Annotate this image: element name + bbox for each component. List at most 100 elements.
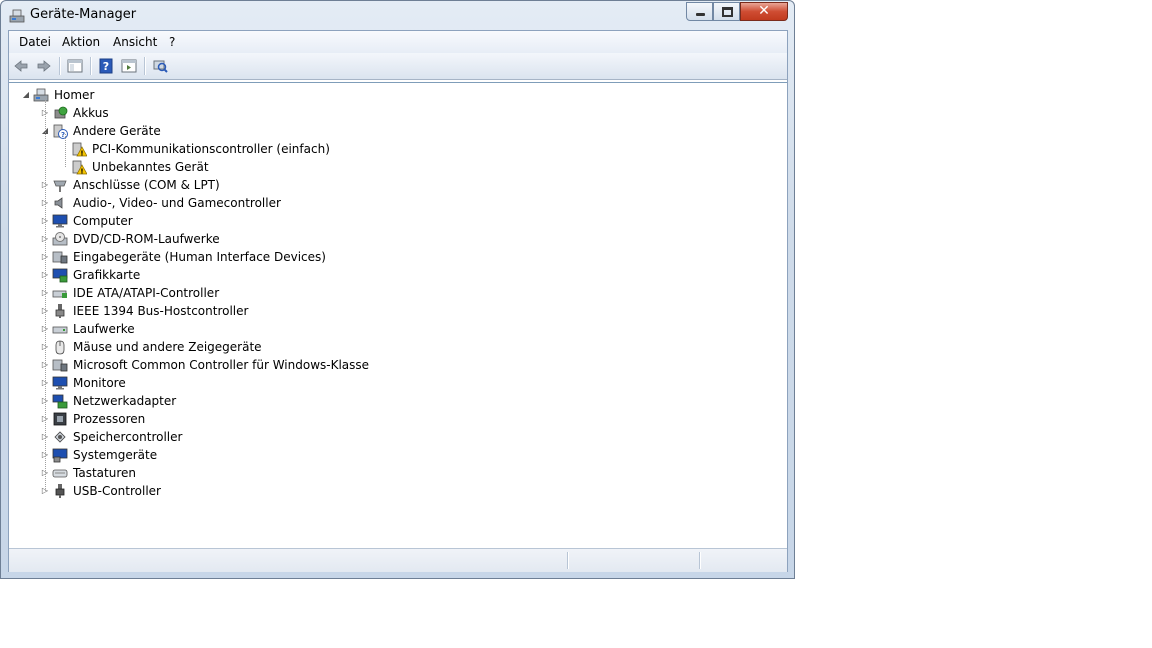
svg-text:!: ! [80, 150, 83, 158]
tree-item-label: Microsoft Common Controller für Windows-… [73, 358, 370, 372]
status-separator [699, 552, 701, 569]
tree-category[interactable]: ▷ USB-Controller [9, 482, 787, 500]
device-tree[interactable]: ◢ Homer ▷ Akkus ◢? Andere Geräte! PCI-Kommunik… [9, 82, 787, 548]
tree-item-label: IDE ATA/ATAPI-Controller [73, 286, 220, 300]
warning-device-icon: ! [72, 142, 87, 158]
tree-item-label: Akkus [73, 106, 109, 120]
storage-controller-icon [54, 431, 66, 443]
computer-icon [33, 88, 49, 102]
tree-category[interactable]: ▷ Audio-, Video- und Gamecontroller [9, 194, 787, 212]
show-hide-console-tree-icon[interactable] [67, 58, 83, 74]
close-icon: ✕ [758, 3, 770, 19]
tree-category[interactable]: ▷ Netzwerkadapter [9, 392, 787, 410]
tree-category[interactable]: ▷ Eingabegeräte (Human Interface Devices) [9, 248, 787, 266]
tree-category[interactable]: ▷ Prozessoren [9, 410, 787, 428]
menu-datei[interactable]: Datei [19, 35, 51, 49]
client-area: Datei Aktion Ansicht ? ? ◢ Homer ▷ Akkus… [8, 30, 788, 572]
tree-category[interactable]: ▷ Systemgeräte [9, 446, 787, 464]
svg-text:?: ? [103, 60, 109, 73]
tree-category[interactable]: ▷ Speichercontroller [9, 428, 787, 446]
tree-category[interactable]: ▷ Akkus [9, 104, 787, 122]
forward-arrow-icon[interactable] [36, 58, 52, 74]
network-adapter-icon [52, 394, 68, 409]
menu-aktion[interactable]: Aktion [62, 35, 100, 49]
warning-device-icon: ! [72, 160, 87, 176]
tree-root-homer[interactable]: ◢ Homer [9, 86, 787, 104]
toolbar-separator [144, 57, 146, 75]
svg-text:!: ! [80, 168, 83, 176]
tree-item-label: Computer [73, 214, 133, 228]
help-icon[interactable]: ? [98, 58, 114, 74]
toolbar-separator [90, 57, 92, 75]
monitor-icon [52, 214, 68, 228]
keyboard-icon [52, 469, 68, 478]
dvd-drive-icon [52, 232, 68, 246]
firewire-icon [55, 304, 65, 318]
disk-drive-icon [52, 326, 68, 334]
tree-category[interactable]: ▷ Microsoft Common Controller für Windows… [9, 356, 787, 374]
tree-category[interactable]: ▷ Monitore [9, 374, 787, 392]
tree-item-label: Netzwerkadapter [73, 394, 177, 408]
toolbar: ? [9, 53, 787, 80]
system-devices-icon [52, 448, 68, 463]
properties-icon[interactable] [121, 58, 137, 74]
menu-ansicht[interactable]: Ansicht [113, 35, 157, 49]
tree-device[interactable]: ! Unbekanntes Gerät [9, 158, 787, 176]
speaker-icon [54, 197, 63, 209]
controller-icon [52, 359, 68, 372]
tree-category[interactable]: ▷ Mäuse und andere Zeigegeräte [9, 338, 787, 356]
tree-item-label: Homer [54, 88, 95, 102]
tree-item-label: Anschlüsse (COM & LPT) [73, 178, 220, 192]
close-button[interactable]: ✕ [740, 2, 788, 21]
hid-icon [52, 251, 68, 264]
port-icon [53, 180, 67, 192]
tree-item-label: Grafikkarte [73, 268, 141, 282]
title-bar[interactable]: Geräte-Manager ✕ [1, 1, 794, 29]
window-title: Geräte-Manager [30, 7, 137, 22]
device-manager-window: Geräte-Manager ✕ Datei Aktion Ansicht ? [0, 0, 795, 579]
toolbar-separator [59, 57, 61, 75]
minimize-button[interactable] [686, 2, 713, 21]
tree-item-label: DVD/CD-ROM-Laufwerke [73, 232, 220, 246]
mouse-icon [55, 340, 65, 355]
tree-category[interactable]: ▷ Grafikkarte [9, 266, 787, 284]
tree-item-label: Tastaturen [73, 466, 136, 480]
processor-icon [53, 412, 67, 426]
tree-connector [45, 98, 46, 491]
tree-item-label: Speichercontroller [73, 430, 183, 444]
tree-category[interactable]: ▷ Computer [9, 212, 787, 230]
tree-category[interactable]: ▷ IEEE 1394 Bus-Hostcontroller [9, 302, 787, 320]
tree-category[interactable]: ▷ Laufwerke [9, 320, 787, 338]
tree-category[interactable]: ▷ Tastaturen [9, 464, 787, 482]
tree-item-label: Laufwerke [73, 322, 135, 336]
tree-item-label: PCI-Kommunikationscontroller (einfach) [92, 142, 330, 156]
tree-item-label: Monitore [73, 376, 126, 390]
tree-item-label: Mäuse und andere Zeigegeräte [73, 340, 262, 354]
tree-item-label: Audio-, Video- und Gamecontroller [73, 196, 281, 210]
tree-category[interactable]: ◢? Andere Geräte [9, 122, 787, 140]
tree-category[interactable]: ▷ Anschlüsse (COM & LPT) [9, 176, 787, 194]
minimize-icon [696, 13, 705, 16]
device-manager-icon [9, 9, 25, 23]
tree-item-label: Prozessoren [73, 412, 146, 426]
monitor-icon [52, 376, 68, 390]
back-arrow-icon[interactable] [13, 58, 29, 74]
scan-hardware-icon[interactable] [152, 58, 168, 74]
tree-item-label: IEEE 1394 Bus-Hostcontroller [73, 304, 249, 318]
tree-category[interactable]: ▷ IDE ATA/ATAPI-Controller [9, 284, 787, 302]
tree-device[interactable]: ! PCI-Kommunikationscontroller (einfach) [9, 140, 787, 158]
tree-item-label: Andere Geräte [73, 124, 161, 138]
tree-connector [65, 134, 66, 167]
tree-item-label: Systemgeräte [73, 448, 158, 462]
menu-help[interactable]: ? [169, 35, 175, 49]
tree-item-label: Unbekanntes Gerät [92, 160, 209, 174]
collapse-arrow-icon[interactable]: ◢ [21, 86, 31, 104]
display-adapter-icon [52, 268, 68, 283]
maximize-icon [722, 7, 733, 17]
ide-controller-icon [52, 290, 67, 298]
status-bar [9, 548, 787, 572]
status-separator [567, 552, 569, 569]
maximize-button[interactable] [713, 2, 740, 21]
tree-category[interactable]: ▷ DVD/CD-ROM-Laufwerke [9, 230, 787, 248]
menu-bar: Datei Aktion Ansicht ? [9, 31, 787, 54]
